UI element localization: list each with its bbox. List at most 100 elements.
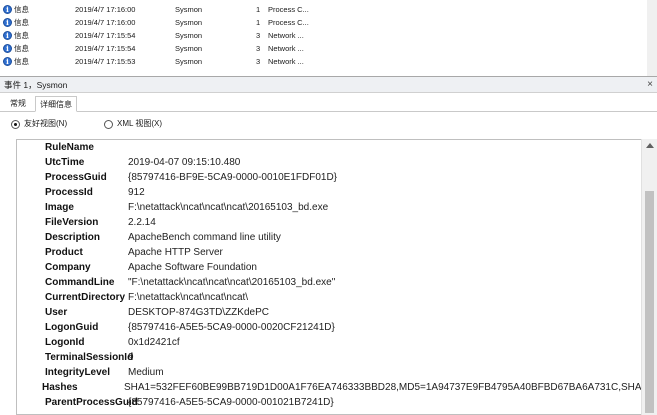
event-level: 信息 [14,18,29,27]
event-id: 3 [256,57,261,66]
field-value: Medium [128,367,164,378]
event-list-scrollbar[interactable] [647,0,657,76]
tab-bar: 常规 详细信息 [0,93,657,112]
field-value: {85797416-BF9E-5CA9-0000-0010E1FDF01D} [128,172,338,183]
scrollbar-thumb[interactable] [645,191,654,413]
field-row: ProcessId 912 [17,185,641,200]
field-value: F:\netattack\ncat\ncat\ncat\20165103_bd.… [128,202,329,213]
event-list: 信息 2019/4/7 17:16:00 Sysmon 1 Process C.… [0,0,657,76]
field-name: LogonId [45,337,85,348]
field-row: IntegrityLevel Medium [17,365,641,380]
event-id: 1 [256,18,261,27]
info-icon [3,18,12,27]
friendly-view-radio[interactable] [11,120,20,129]
event-source: Sysmon [175,44,203,53]
field-name: ParentProcessGuid [45,397,138,408]
field-value: "F:\netattack\ncat\ncat\ncat\20165103_bd… [128,277,336,288]
field-name: TerminalSessionId [45,352,134,363]
tab-details[interactable]: 详细信息 [35,96,77,112]
field-name: LogonGuid [45,322,99,333]
event-source: Sysmon [175,57,203,66]
field-value: 2.2.14 [128,217,156,228]
field-name: CommandLine [45,277,115,288]
event-row[interactable]: 信息 2019/4/7 17:16:00 Sysmon 1 Process C.… [0,16,657,29]
event-date: 2019/4/7 17:16:00 [75,5,136,14]
field-row: Description ApacheBench command line uti… [17,230,641,245]
detail-scrollbar[interactable] [641,139,657,415]
scroll-up-arrow-icon[interactable] [646,143,654,148]
field-name: Hashes [42,382,78,393]
field-value: ApacheBench command line utility [128,232,281,243]
field-value: DESKTOP-874G3TD\ZZKdePC [128,307,269,318]
field-row: FileVersion 2.2.14 [17,215,641,230]
event-id: 3 [256,31,261,40]
event-detail-header: 事件 1，Sysmon × [0,76,657,93]
event-category: Network ... [268,57,304,66]
field-row: CurrentDirectory F:\netattack\ncat\ncat\… [17,290,641,305]
field-row: Image F:\netattack\ncat\ncat\ncat\201651… [17,200,641,215]
field-row: LogonId 0x1d2421cf [17,335,641,350]
event-row[interactable]: 信息 2019/4/7 17:15:54 Sysmon 3 Network ..… [0,29,657,42]
event-row[interactable]: 信息 2019/4/7 17:15:54 Sysmon 3 Network ..… [0,42,657,55]
field-row: User DESKTOP-874G3TD\ZZKdePC [17,305,641,320]
xml-view-radio[interactable] [104,120,113,129]
field-name: Company [45,262,91,273]
xml-view-label[interactable]: XML 视图(X) [117,118,162,130]
field-row: LogonGuid {85797416-A5E5-5CA9-0000-0020C… [17,320,641,335]
field-name: Description [45,232,101,243]
field-row: UtcTime 2019-04-07 09:15:10.480 [17,155,641,170]
field-row: TerminalSessionId 9 [17,350,641,365]
event-row[interactable]: 信息 2019/4/7 17:16:00 Sysmon 1 Process C.… [0,3,657,16]
event-detail-pane: RuleName UtcTime 2019-04-07 09:15:10.480… [16,139,641,415]
field-value: {85797416-A5E5-5CA9-0000-001021B7241D} [128,397,334,408]
field-value: 912 [128,187,145,198]
info-icon [3,5,12,14]
event-level: 信息 [14,5,29,14]
event-level: 信息 [14,57,29,66]
info-icon [3,57,12,66]
field-value: {85797416-A5E5-5CA9-0000-0020CF21241D} [128,322,335,333]
info-icon [3,44,12,53]
event-category: Process C... [268,18,309,27]
event-source: Sysmon [175,31,203,40]
event-row[interactable]: 信息 2019/4/7 17:15:53 Sysmon 3 Network ..… [0,55,657,68]
field-row: RuleName [17,140,641,155]
field-name: FileVersion [45,217,99,228]
event-date: 2019/4/7 17:15:54 [75,31,136,40]
field-row: ProcessGuid {85797416-BF9E-5CA9-0000-001… [17,170,641,185]
field-name: IntegrityLevel [45,367,111,378]
field-value: 2019-04-07 09:15:10.480 [128,157,241,168]
field-name: Product [45,247,83,258]
event-source: Sysmon [175,18,203,27]
field-name: UtcTime [45,157,85,168]
view-options: 友好视图(N) XML 视图(X) [0,112,657,136]
friendly-view-label[interactable]: 友好视图(N) [24,118,67,130]
field-name: RuleName [45,142,94,153]
field-row: Hashes SHA1=532FEF60BE99BB719D1D00A1F76E… [17,380,641,395]
event-level: 信息 [14,44,29,53]
field-value: Apache Software Foundation [128,262,257,273]
field-row: Company Apache Software Foundation [17,260,641,275]
event-level: 信息 [14,31,29,40]
event-date: 2019/4/7 17:15:53 [75,57,136,66]
field-name: ProcessId [45,187,93,198]
field-row: CommandLine "F:\netattack\ncat\ncat\ncat… [17,275,641,290]
event-detail-title: 事件 1，Sysmon [4,80,68,90]
event-category: Network ... [268,44,304,53]
event-category: Network ... [268,31,304,40]
field-name: User [45,307,68,318]
field-value: Apache HTTP Server [128,247,223,258]
close-icon[interactable]: × [647,77,653,93]
event-id: 3 [256,44,261,53]
field-row: Product Apache HTTP Server [17,245,641,260]
event-source: Sysmon [175,5,203,14]
field-value: SHA1=532FEF60BE99BB719D1D00A1F76EA746333… [124,382,641,393]
tab-general[interactable]: 常规 [6,96,30,112]
field-value: 9 [128,352,134,363]
event-date: 2019/4/7 17:15:54 [75,44,136,53]
field-row: ParentProcessGuid {85797416-A5E5-5CA9-00… [17,395,641,410]
field-name: ProcessGuid [45,172,107,183]
event-category: Process C... [268,5,309,14]
field-value: F:\netattack\ncat\ncat\ncat\ [128,292,249,303]
event-date: 2019/4/7 17:16:00 [75,18,136,27]
